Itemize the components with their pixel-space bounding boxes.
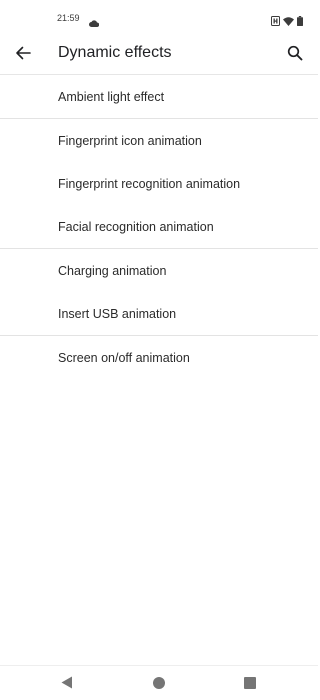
status-time: 21:59	[57, 13, 80, 23]
app-bar: Dynamic effects	[0, 36, 318, 75]
navigation-bar	[0, 665, 318, 700]
battery-icon	[297, 13, 303, 31]
nav-home-icon[interactable]	[153, 677, 165, 689]
settings-list: Ambient light effect Fingerprint icon an…	[0, 75, 318, 379]
list-item-charging-animation[interactable]: Charging animation	[0, 249, 318, 292]
search-icon[interactable]	[284, 42, 306, 64]
wifi-icon	[283, 13, 294, 31]
list-item-screen-on-off-animation[interactable]: Screen on/off animation	[0, 336, 318, 379]
page-title: Dynamic effects	[58, 44, 172, 61]
status-icons	[271, 13, 303, 31]
list-item-facial-recognition-animation[interactable]: Facial recognition animation	[0, 205, 318, 248]
nav-back-icon[interactable]	[61, 676, 73, 694]
list-item-fingerprint-icon-animation[interactable]: Fingerprint icon animation	[0, 119, 318, 162]
cloud-icon	[89, 14, 100, 32]
back-arrow-icon[interactable]	[12, 42, 34, 64]
status-bar: 21:59	[0, 0, 318, 36]
list-item-fingerprint-recognition-animation[interactable]: Fingerprint recognition animation	[0, 162, 318, 205]
sim-icon	[271, 13, 280, 31]
list-item-insert-usb-animation[interactable]: Insert USB animation	[0, 292, 318, 335]
nav-recents-icon[interactable]	[244, 677, 256, 689]
list-item-ambient-light-effect[interactable]: Ambient light effect	[0, 75, 318, 118]
